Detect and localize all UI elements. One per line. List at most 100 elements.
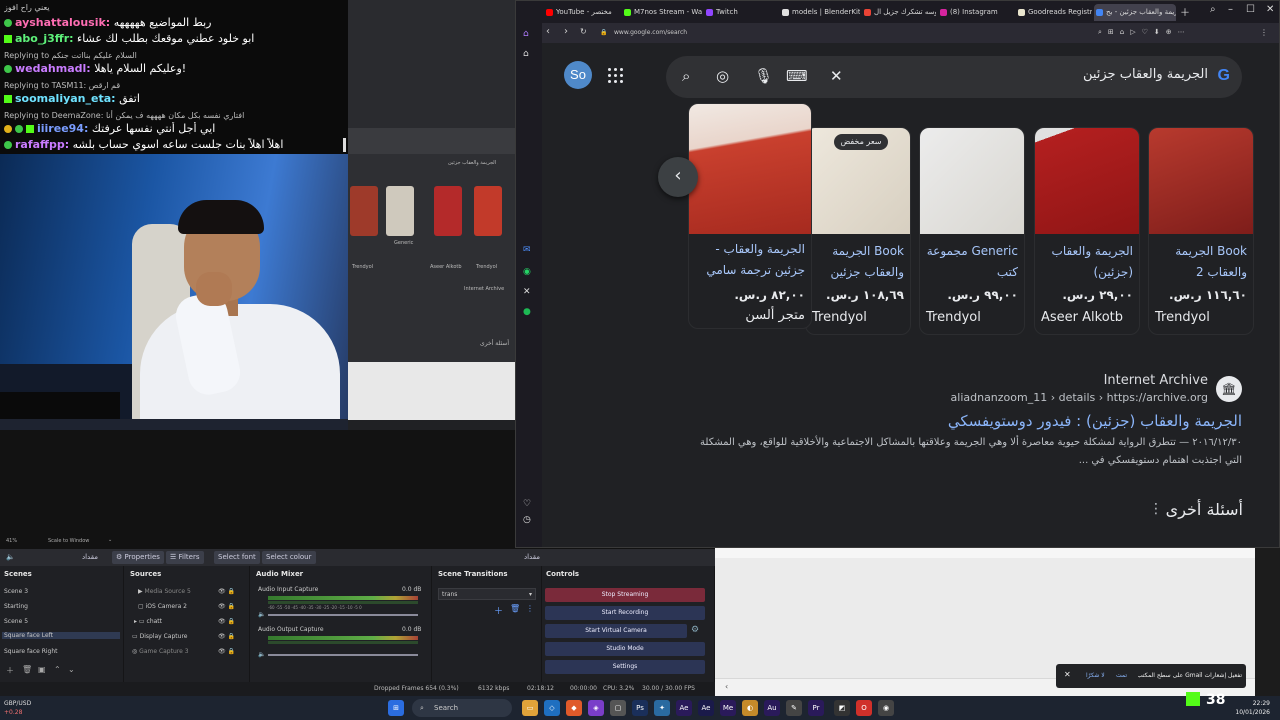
visual-studio-icon[interactable]: ◈ [588, 700, 604, 716]
forward-icon[interactable]: › [564, 26, 568, 37]
trash-icon[interactable]: 🗑 [22, 665, 32, 674]
move-up-icon[interactable]: ⌃ [54, 665, 61, 674]
apps-grid-icon[interactable] [608, 68, 624, 84]
transition-select[interactable]: trans ▾ [438, 588, 536, 600]
tab-m7nos[interactable]: M7nos Stream - Watch [622, 4, 702, 21]
search-tabs-icon[interactable]: ⌕ [1210, 4, 1216, 15]
move-down-icon[interactable]: ⌄ [68, 665, 75, 674]
scene-item[interactable]: Square face Right [4, 648, 58, 655]
source-item[interactable]: ▸ ▭ chatt [134, 618, 162, 625]
file-explorer-icon[interactable]: ▭ [522, 700, 538, 716]
taskbar-search[interactable]: ⌕ Search [412, 699, 512, 717]
audition-icon[interactable]: Au [764, 700, 780, 716]
tab-instagram[interactable]: (8) Instagram [938, 4, 1014, 21]
tab-youtube[interactable]: YouTube - مختصر [544, 4, 618, 21]
eye-icon[interactable]: 👁 🔒 [218, 633, 235, 640]
spotify-icon[interactable]: ● [523, 307, 531, 317]
product-card[interactable]: Book الجريمة والعقاب 2 أجزاء... ١١٦,٦٠ ر… [1148, 127, 1254, 335]
product-card[interactable]: سعر مخفض Book الجريمة والعقاب جزئين نسخة… [805, 127, 911, 335]
start-recording-button[interactable]: Start Recording [545, 606, 705, 620]
scene-filter-icon[interactable]: ▣ [38, 665, 46, 674]
product-title[interactable]: الجريمة والعقاب (جزئين) [1041, 241, 1133, 283]
source-item[interactable]: ▶ Media Source 5 [138, 588, 191, 595]
reload-icon[interactable]: ↻ [580, 27, 587, 36]
back-icon[interactable]: ‹ [546, 26, 550, 37]
product-card[interactable]: الجريمة والعقاب (جزئين) ٢٩,٠٠ ر.س. Aseer… [1034, 127, 1140, 335]
tab-goodreads[interactable]: Goodreads Registration [1016, 4, 1092, 21]
add-transition-button[interactable]: ＋ [494, 604, 503, 617]
chevron-left-icon[interactable]: ‹ [725, 682, 728, 691]
source-item[interactable]: ▭ Display Capture [132, 633, 187, 640]
eye-icon[interactable]: 👁 🔒 [218, 618, 235, 625]
properties-button[interactable]: ⚙ Properties [112, 551, 164, 564]
media-encoder-icon[interactable]: Ae [698, 700, 714, 716]
tab-blenderkit[interactable]: models | BlenderKit [780, 4, 860, 21]
select-colour-button[interactable]: Select colour [262, 551, 316, 564]
system-clock[interactable]: 22:29 10/01/2026 [1235, 699, 1270, 717]
opera-icon[interactable]: O [856, 700, 872, 716]
messenger-icon[interactable]: ✉ [523, 245, 531, 255]
toast-dismiss-button[interactable]: لا شكرًا [1086, 672, 1105, 679]
new-tab-icon[interactable]: ＋ [1180, 4, 1190, 19]
search-icon[interactable]: ⌕ [682, 67, 690, 85]
filters-button[interactable]: ☰ Filters [166, 551, 204, 564]
lens-icon[interactable]: ◎ [716, 67, 729, 85]
volume-slider[interactable] [268, 654, 418, 656]
start-icon[interactable]: ⊞ [388, 700, 404, 716]
obs-icon[interactable]: ◉ [878, 700, 894, 716]
eye-icon[interactable]: 👁 🔒 [218, 648, 235, 655]
start-virtual-camera-button[interactable]: Start Virtual Camera [545, 624, 687, 638]
more-icon[interactable]: ⋮ [526, 604, 534, 613]
app-icon[interactable]: ▢ [610, 700, 626, 716]
source-item[interactable]: ▢ iOS Camera 2 [138, 603, 187, 610]
chat-scrollbar[interactable] [343, 138, 346, 152]
app-icon[interactable]: ✎ [786, 700, 802, 716]
scene-item[interactable]: Scene 5 [4, 618, 28, 625]
media-encoder-2-icon[interactable]: Me [720, 700, 736, 716]
maximize-icon[interactable]: ☐ [1246, 4, 1255, 15]
product-title[interactable]: الجريمة والعقاب - جزئين ترجمة سامي الدرو… [695, 239, 805, 281]
volume-slider[interactable] [268, 614, 418, 616]
scene-item-selected[interactable]: Square face Left [2, 632, 120, 639]
product-title[interactable]: Book الجريمة والعقاب 2 أجزاء... [1155, 241, 1247, 283]
scene-item[interactable]: Starting [4, 603, 28, 610]
stop-streaming-button[interactable]: Stop Streaming [545, 588, 705, 602]
keyboard-icon[interactable]: ⌨ [786, 67, 808, 85]
product-card-hovered[interactable]: الجريمة والعقاب - جزئين ترجمة سامي الدرو… [688, 103, 812, 329]
add-scene-button[interactable]: ＋ [6, 665, 14, 676]
zoom-value[interactable]: 41% [6, 538, 17, 544]
scene-item[interactable]: Scene 3 [4, 588, 28, 595]
gear-icon[interactable]: ⚙ [691, 625, 699, 635]
tab-google-active[interactable]: الجريمة والعقاب جزئين - بح [1094, 4, 1176, 21]
tab-twitch[interactable]: Twitch [704, 4, 778, 21]
product-title[interactable]: Book الجريمة والعقاب جزئين نسخة [812, 241, 904, 283]
select-font-button[interactable]: Select font [214, 551, 260, 564]
result-url[interactable]: aliadnanzoom_11 › details › https://arch… [951, 391, 1208, 404]
search-query[interactable]: الجريمة والعقاب جزئين [1083, 67, 1208, 82]
eye-icon[interactable]: 👁 🔒 [218, 603, 235, 610]
avatar[interactable]: So [564, 61, 592, 89]
source-item[interactable]: ◎ Game Capture 3 [132, 648, 189, 655]
close-icon[interactable]: ✕ [1064, 670, 1071, 679]
app-icon[interactable]: ◩ [834, 700, 850, 716]
eye-icon[interactable]: 👁 🔒 [218, 588, 235, 595]
product-title[interactable]: Generic مجموعة كتب دوستويفسكي... [926, 241, 1018, 283]
studio-mode-button[interactable]: Studio Mode [545, 642, 705, 656]
speaker-icon[interactable]: 🔈 [258, 611, 265, 618]
photoshop-icon[interactable]: Ps [632, 700, 648, 716]
trash-icon[interactable]: 🗑 [510, 604, 520, 613]
blender-icon[interactable]: ◐ [742, 700, 758, 716]
address-bar[interactable]: 🔒 www.google.com/search [594, 26, 1094, 40]
stock-ticker[interactable]: GBP/USD +0.28 [4, 699, 31, 717]
product-card[interactable]: Generic مجموعة كتب دوستويفسكي... ٩٩,٠٠ ر… [919, 127, 1025, 335]
extensions-icon[interactable]: ⌕⊞⌂▷♡⬇⊕⋯ [1098, 28, 1191, 37]
mic-icon[interactable]: 🎙 [754, 67, 773, 85]
tab-arabic[interactable]: يا حبوسه تشكرك جزيل ال [862, 4, 936, 21]
chevron-down-icon[interactable]: ⌄ [108, 537, 112, 543]
close-window-icon[interactable]: ✕ [1266, 4, 1274, 15]
heart-icon[interactable]: ♡ [523, 499, 531, 509]
brave-icon[interactable]: ◆ [566, 700, 582, 716]
menu-icon[interactable]: ⋮ [1260, 28, 1268, 37]
x-icon[interactable]: ✕ [523, 287, 531, 297]
history-icon[interactable]: ◷ [523, 515, 531, 525]
